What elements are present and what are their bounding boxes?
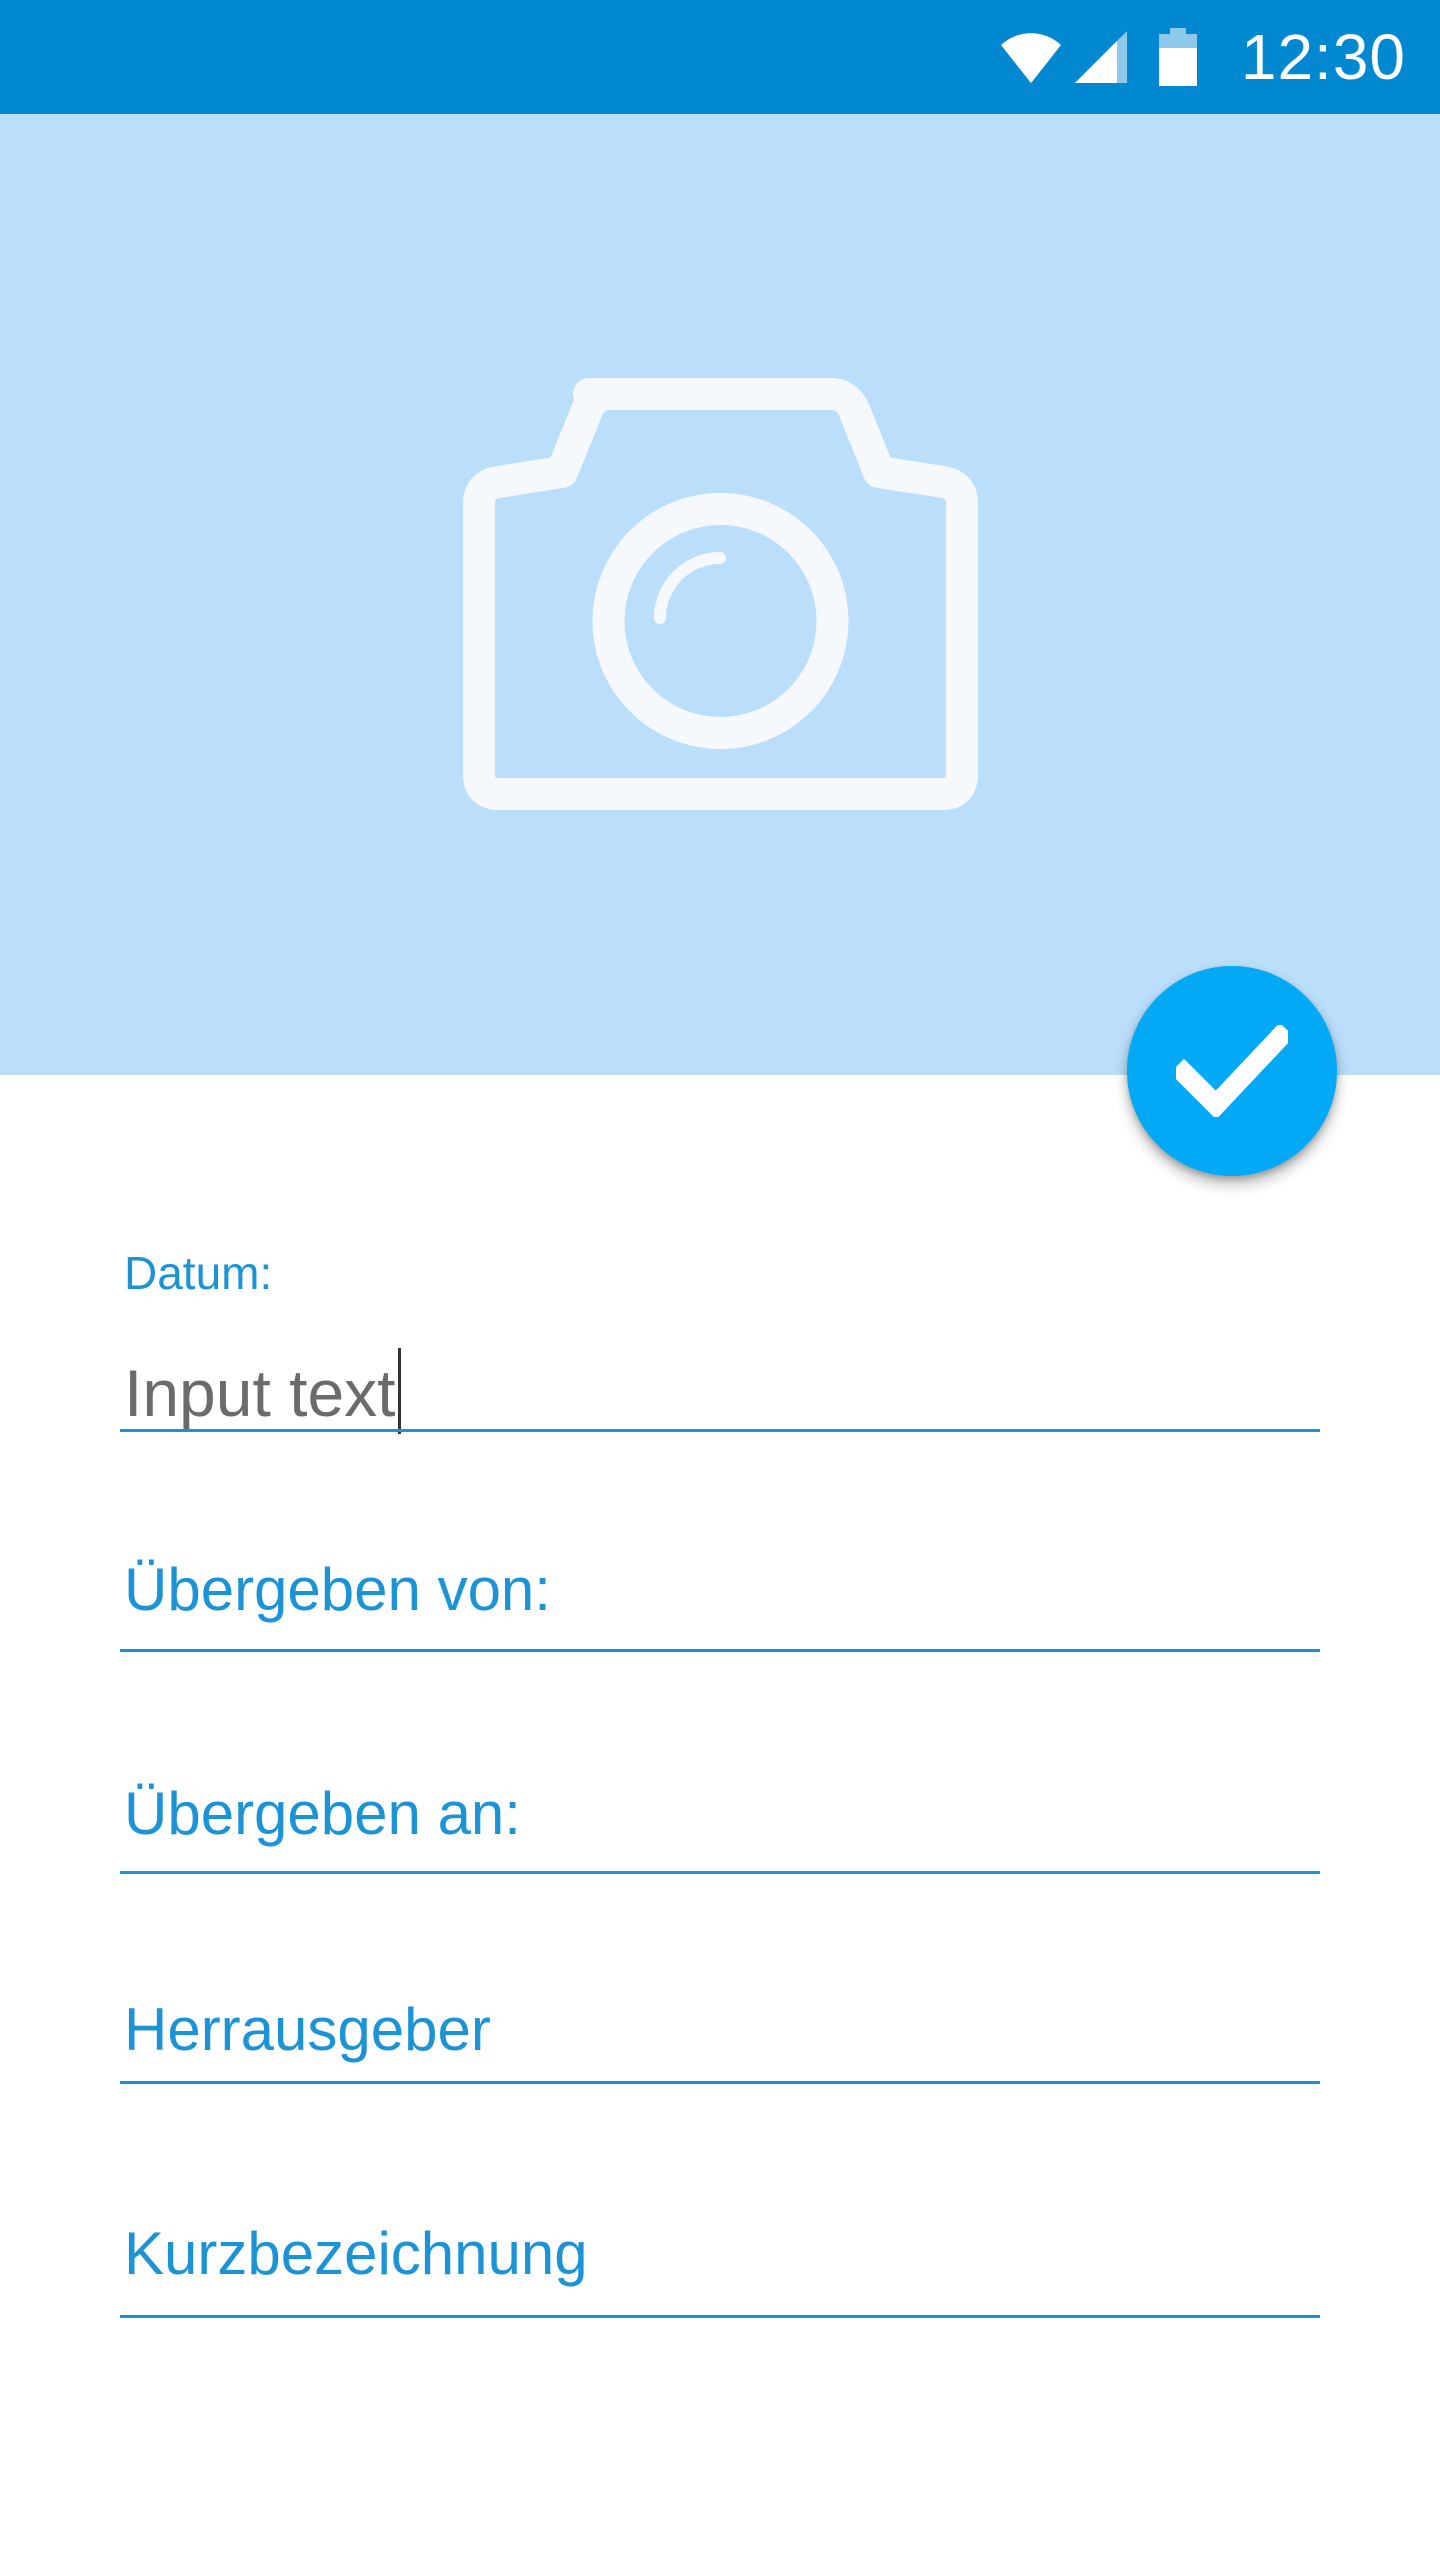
herausgeber-input[interactable]: Herrausgeber bbox=[124, 2000, 491, 2060]
status-time: 12:30 bbox=[1240, 21, 1406, 93]
datum-label: Datum: bbox=[124, 1247, 273, 1299]
datum-field[interactable]: Datum: Input text bbox=[120, 1240, 1320, 1434]
uebergeben-von-underline bbox=[120, 1649, 1320, 1652]
datum-input[interactable]: Input text bbox=[124, 1348, 401, 1434]
status-bar: 12:30 bbox=[0, 0, 1440, 114]
camera-icon[interactable] bbox=[463, 378, 978, 810]
uebergeben-an-input[interactable]: Übergeben an: bbox=[124, 1784, 521, 1844]
uebergeben-an-underline bbox=[120, 1871, 1320, 1874]
text-cursor bbox=[397, 1348, 401, 1434]
datum-input-value: Input text bbox=[124, 1356, 396, 1430]
uebergeben-von-input[interactable]: Übergeben von: bbox=[124, 1560, 551, 1620]
status-icons: 12:30 bbox=[999, 0, 1406, 114]
battery-icon bbox=[1158, 28, 1197, 86]
photo-area[interactable] bbox=[0, 114, 1440, 1075]
wifi-icon bbox=[1000, 33, 1061, 83]
cellular-signal-icon bbox=[1074, 31, 1127, 83]
check-icon bbox=[1176, 1025, 1288, 1117]
uebergeben-von-field[interactable]: Übergeben von: bbox=[120, 1540, 1320, 1652]
kurzbezeichnung-input[interactable]: Kurzbezeichnung bbox=[124, 2224, 588, 2284]
herausgeber-field[interactable]: Herrausgeber bbox=[120, 1972, 1320, 2084]
uebergeben-an-field[interactable]: Übergeben an: bbox=[120, 1762, 1320, 1874]
kurzbezeichnung-underline bbox=[120, 2315, 1320, 2318]
confirm-fab[interactable] bbox=[1127, 966, 1337, 1176]
datum-underline bbox=[120, 1429, 1320, 1432]
app-screen: 12:30 Datum: Input text Übergeben von: Ü… bbox=[0, 0, 1440, 2560]
herausgeber-underline bbox=[120, 2081, 1320, 2084]
kurzbezeichnung-field[interactable]: Kurzbezeichnung bbox=[120, 2206, 1320, 2318]
